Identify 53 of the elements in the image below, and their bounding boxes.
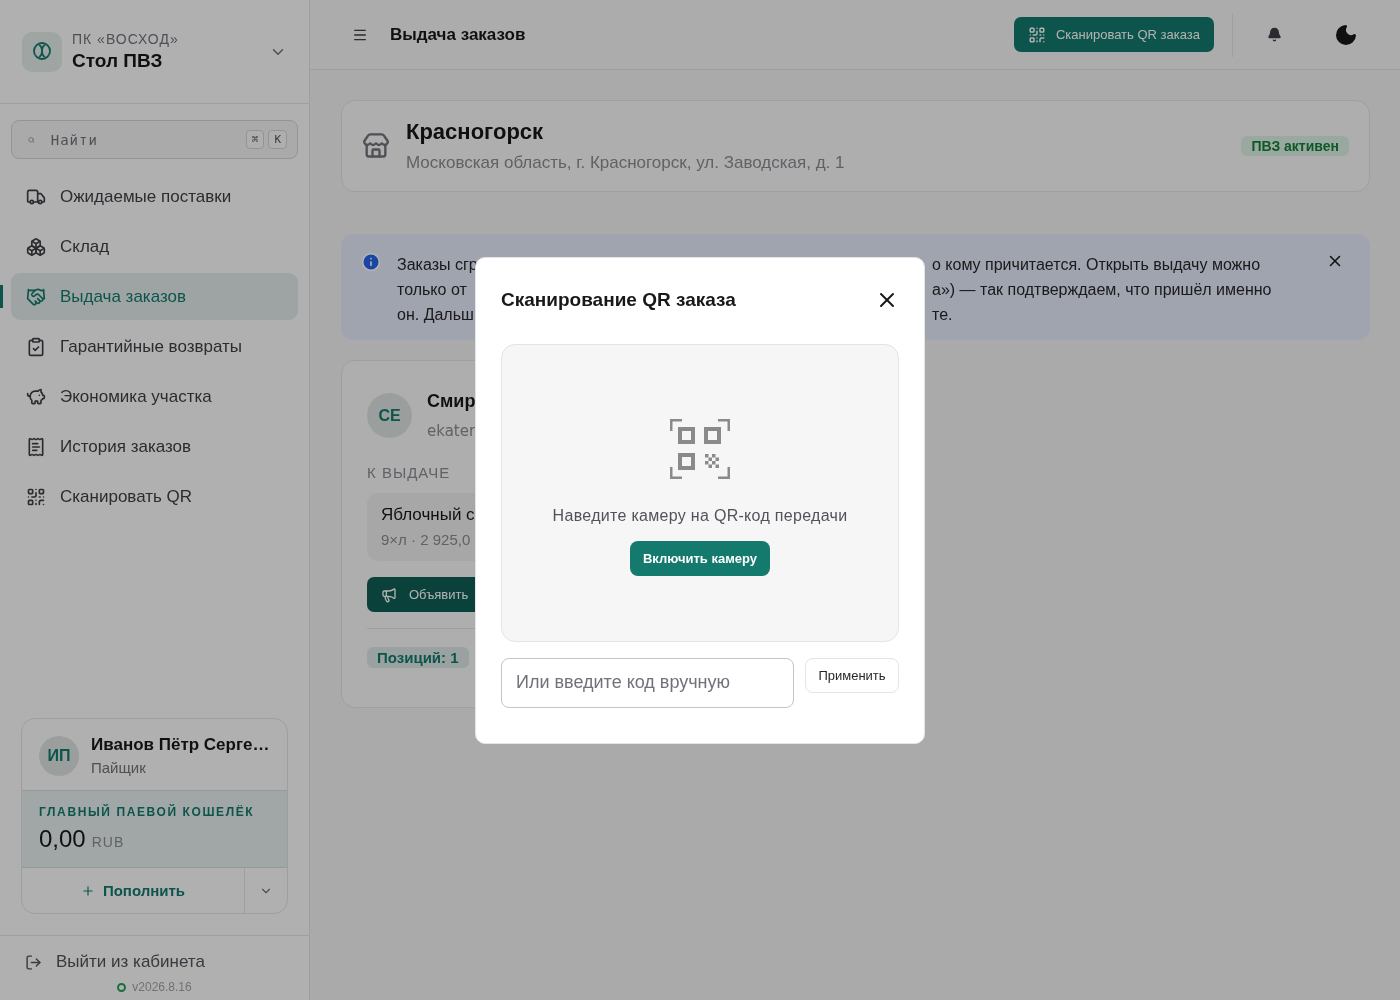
top-up-button[interactable]: Пополнить [22,868,244,913]
user-role: Пайщик [91,759,147,776]
banner-text: только от [397,280,467,300]
nav-icon [26,286,46,307]
items-count-badge: Позиций: 1 [367,647,469,668]
scan-qr-button[interactable]: Сканировать QR заказа [1013,17,1214,52]
currency-label: RUB [91,834,125,850]
theme-toggle-button[interactable] [1334,22,1358,47]
item-details: 9×л · 2 925,0 [381,531,471,548]
apply-button[interactable]: Применить [805,657,899,693]
search-input[interactable]: Найти [48,130,232,149]
nav-icon [26,386,46,407]
customer-avatar: СЕ [367,393,412,438]
camera-hint: Наведите камеру на QR-код передачи [552,506,848,525]
logout-icon [25,953,42,971]
code-input[interactable]: Или введите код вручную [501,657,794,708]
megaphone-icon [381,586,397,603]
wallet-balance: 0,00 [39,825,86,853]
banner-text: а») — так подтверждаем, что пришёл именно [932,280,1272,300]
nav-icon [26,436,46,457]
wallet-label: ГЛАВНЫЙ ПАЕВОЙ КОШЕЛЁК [39,805,256,819]
banner-text: он. Дальш [397,305,474,325]
status-badge: ПВЗ активен [1241,136,1349,156]
nav-icon [26,336,46,357]
banner-text: о кому причитается. Открыть выдачу можно [932,255,1261,275]
item-name: Яблочный с [381,505,475,525]
section-heading: К ВЫДАЧЕ [367,464,452,481]
location-name: Красногорск [406,119,545,145]
logo-icon [22,31,62,72]
notifications-button[interactable] [1267,27,1282,42]
dialog-title: Сканирование QR заказа [501,288,736,311]
user-avatar: ИП [39,735,79,776]
store-icon [362,132,390,160]
enable-camera-button[interactable]: Включить камеру [630,540,770,576]
shortcut-key: K [268,130,287,149]
version-label: v2026.8.16 [117,980,192,994]
customer-name: Смир [427,391,476,412]
info-icon [361,252,381,272]
logout-link[interactable]: Выйти из кабинета [25,952,205,972]
org-name: ПК «ВОСХОД» [72,31,180,47]
workspace-title: Стол ПВЗ [72,50,164,72]
qr-code-icon [1027,25,1046,44]
plus-icon [80,883,95,898]
customer-email: ekater [427,422,476,440]
qr-scan-icon [670,418,730,479]
shortcut-key: ⌘ [245,130,265,149]
location-address: Московская область, г. Красногорск, ул. Заводская, д. 1 [406,153,846,173]
banner-text: те. [932,305,953,325]
page-title: Выдача заказов [390,24,527,45]
nav-icon [26,236,46,257]
nav-icon [26,486,46,507]
search-field[interactable]: Найти ⌘ K [11,120,298,159]
user-name: Иванов Пётр Серге… [91,735,270,755]
